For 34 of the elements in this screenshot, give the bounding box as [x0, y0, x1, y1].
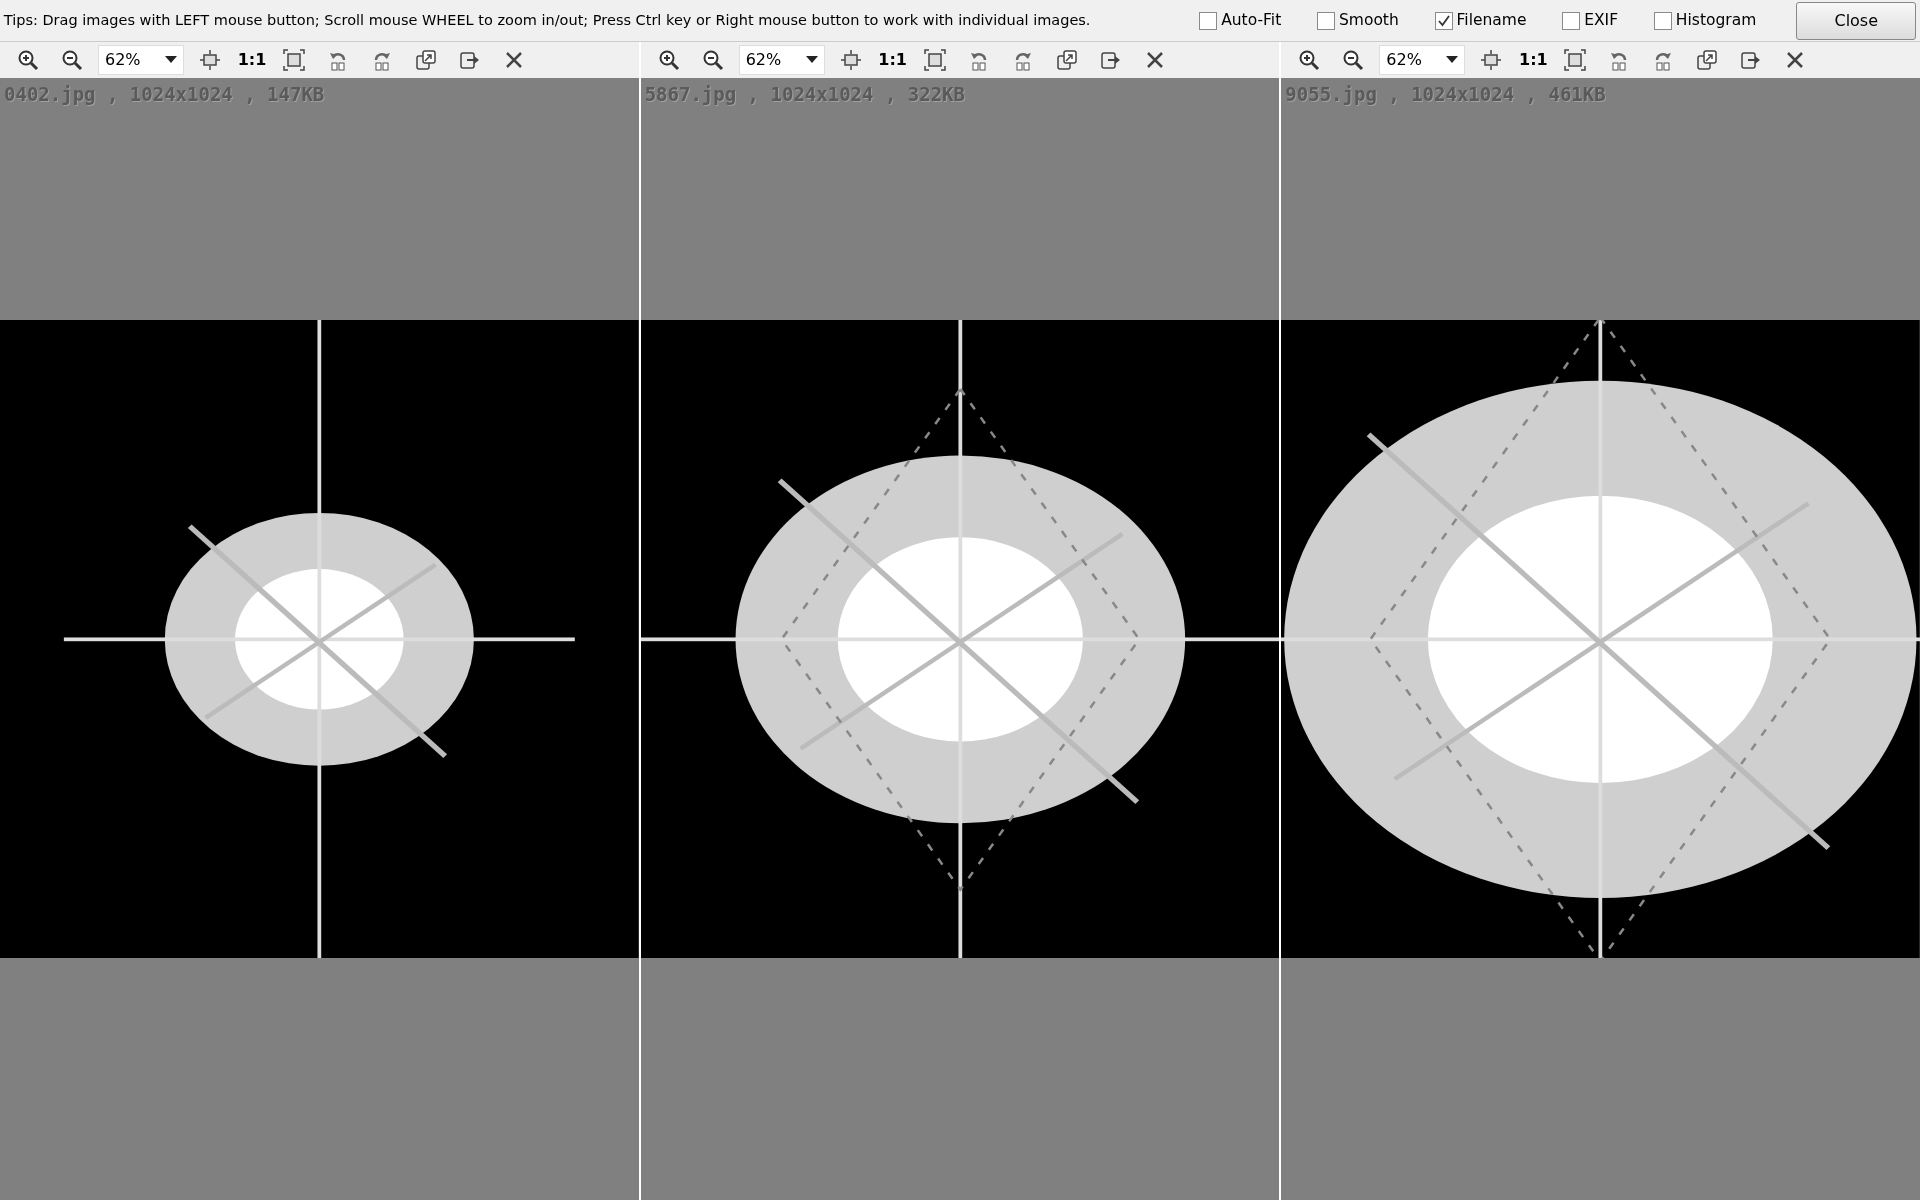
zoom-in-icon — [1297, 48, 1322, 72]
fit-height-icon — [198, 48, 222, 72]
option-checkbox[interactable]: Auto-Fit — [1199, 8, 1282, 33]
fit-height-icon — [838, 48, 863, 72]
fit-height-icon — [1479, 48, 1504, 72]
fit-window-icon — [922, 48, 947, 72]
caret-icon — [1446, 56, 1459, 64]
zoom-dropdown[interactable]: 62% — [1379, 45, 1466, 75]
option-checkbox[interactable]: Histogram — [1654, 8, 1757, 33]
copy-image-icon — [1695, 48, 1720, 72]
fit-window-icon — [282, 48, 306, 72]
zoom-dropdown[interactable]: 62% — [738, 45, 825, 75]
zoom-in-icon — [16, 48, 40, 72]
checkbox[interactable] — [1562, 11, 1581, 30]
checkbox[interactable] — [1434, 11, 1453, 30]
checkbox[interactable] — [1199, 11, 1218, 30]
checkbox[interactable] — [1654, 11, 1673, 30]
fit-window-icon — [1563, 48, 1588, 72]
zoom-out-icon — [1341, 48, 1366, 72]
copy-image-icon — [414, 48, 438, 72]
actual-size-button[interactable]: 1:1 — [1513, 43, 1554, 77]
zoom-out-icon — [60, 48, 84, 72]
caret-icon — [165, 56, 177, 64]
zoom-dropdown[interactable]: 62% — [98, 45, 184, 75]
option-checkbox[interactable]: Filename — [1434, 8, 1527, 33]
actual-size-button[interactable]: 1:1 — [232, 43, 272, 77]
checkbox[interactable] — [1317, 11, 1336, 30]
close-button[interactable]: Close — [1796, 1, 1917, 40]
option-checkbox[interactable]: EXIF — [1562, 8, 1619, 33]
copy-image-icon — [1054, 48, 1079, 72]
tips-text: Tips: Drag images with LEFT mouse button; Scroll mouse WHEEL to zoom in/out; Press Ctrl key or Right mouse button to work with individual images. — [3, 10, 1091, 30]
option-checkbox[interactable]: Smooth — [1317, 8, 1399, 33]
caret-icon — [805, 56, 818, 64]
actual-size-button[interactable]: 1:1 — [872, 43, 913, 77]
